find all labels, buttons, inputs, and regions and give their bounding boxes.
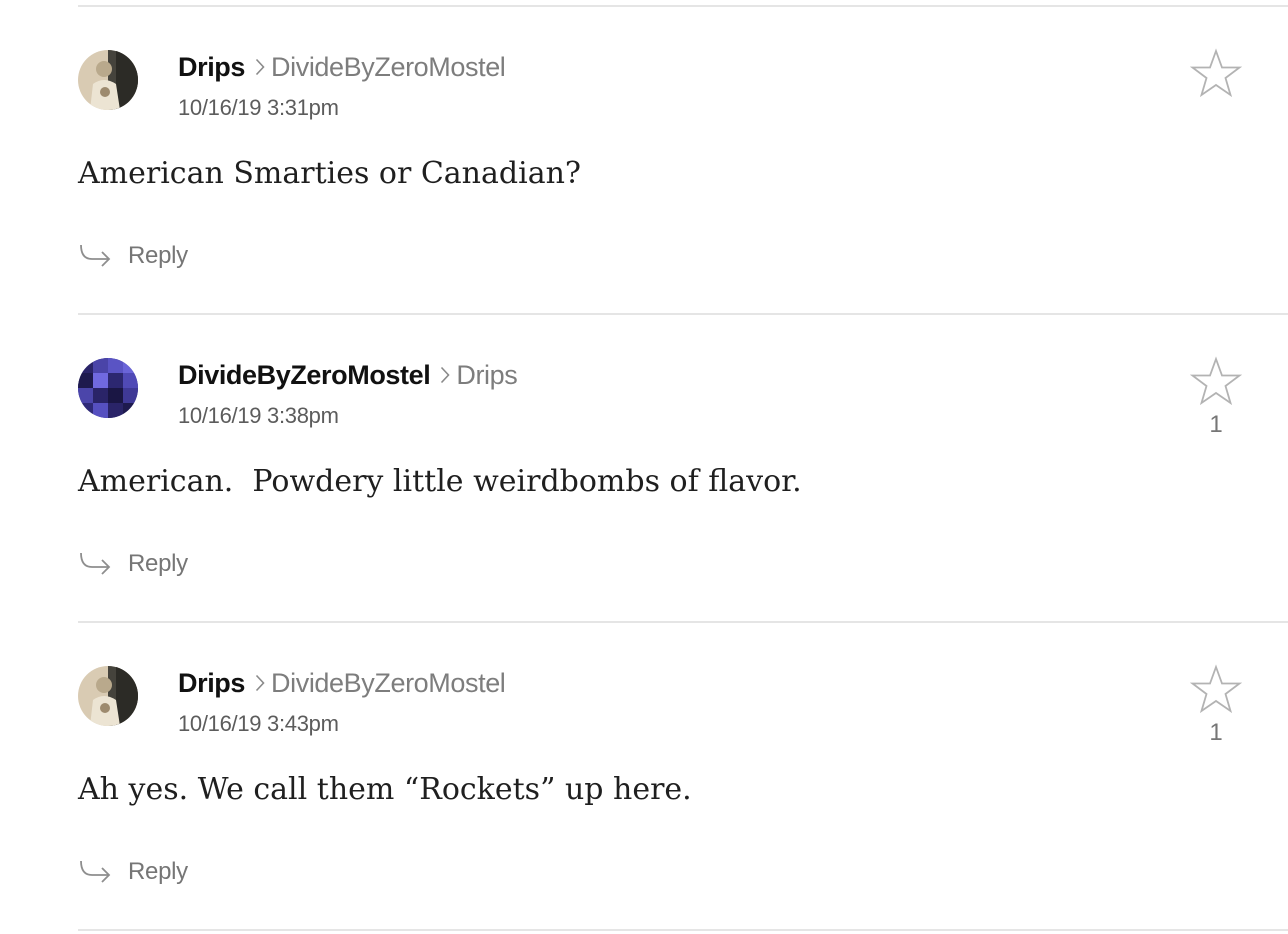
comment-divider: [78, 929, 1288, 931]
reply-to-name[interactable]: DivideByZeroMostel: [271, 52, 506, 82]
chevron-right-icon: [441, 366, 450, 383]
byline: Drips DivideByZeroMostel: [178, 50, 506, 84]
reply-button[interactable]: Reply: [78, 544, 188, 584]
star-button[interactable]: [1190, 664, 1242, 716]
avatar[interactable]: [78, 50, 138, 110]
reply-label: Reply: [128, 858, 188, 885]
comment: Drips DivideByZeroMostel 10/16/19 3:43pm …: [0, 622, 1288, 930]
chevron-right-icon: [255, 674, 265, 691]
byline: Drips DivideByZeroMostel: [178, 666, 506, 700]
timestamp[interactable]: 10/16/19 3:38pm: [178, 402, 339, 430]
star-icon: [1190, 664, 1242, 714]
comment: DivideByZeroMostel Drips 10/16/19 3:38pm …: [0, 314, 1288, 622]
star-icon: [1190, 356, 1242, 406]
star-count: 1: [1209, 411, 1223, 438]
comment-body: American Smarties or Canadian?: [78, 156, 581, 191]
comment: Drips DivideByZeroMostel 10/16/19 3:31pm …: [0, 6, 1288, 314]
avatar-pixel-icon: [78, 358, 138, 418]
author-name[interactable]: Drips: [178, 668, 245, 698]
reply-arrow-icon: [80, 860, 111, 883]
author-name[interactable]: Drips: [178, 52, 245, 82]
reply-label: Reply: [128, 242, 188, 269]
comment-body: American. Powdery little weirdbombs of f…: [78, 464, 802, 499]
reply-button[interactable]: Reply: [78, 852, 188, 892]
star-count: 1: [1209, 719, 1223, 746]
reply-arrow-icon: [80, 552, 111, 575]
avatar-photo-icon: [78, 50, 138, 110]
star-button[interactable]: [1190, 48, 1242, 100]
reply-button[interactable]: Reply: [78, 236, 188, 276]
comment-body: Ah yes. We call them “Rockets” up here.: [78, 772, 692, 807]
chevron-right-icon: [255, 58, 265, 75]
reply-to-name[interactable]: DivideByZeroMostel: [271, 668, 506, 698]
byline: DivideByZeroMostel Drips: [178, 358, 518, 392]
avatar-photo-icon: [78, 666, 138, 726]
star-icon: [1190, 48, 1242, 98]
reply-to-name[interactable]: Drips: [456, 360, 517, 390]
author-name[interactable]: DivideByZeroMostel: [178, 360, 431, 390]
avatar[interactable]: [78, 358, 138, 418]
timestamp[interactable]: 10/16/19 3:31pm: [178, 94, 339, 122]
reply-arrow-icon: [80, 244, 111, 267]
timestamp[interactable]: 10/16/19 3:43pm: [178, 710, 339, 738]
avatar[interactable]: [78, 666, 138, 726]
star-button[interactable]: [1190, 356, 1242, 408]
reply-label: Reply: [128, 550, 188, 577]
